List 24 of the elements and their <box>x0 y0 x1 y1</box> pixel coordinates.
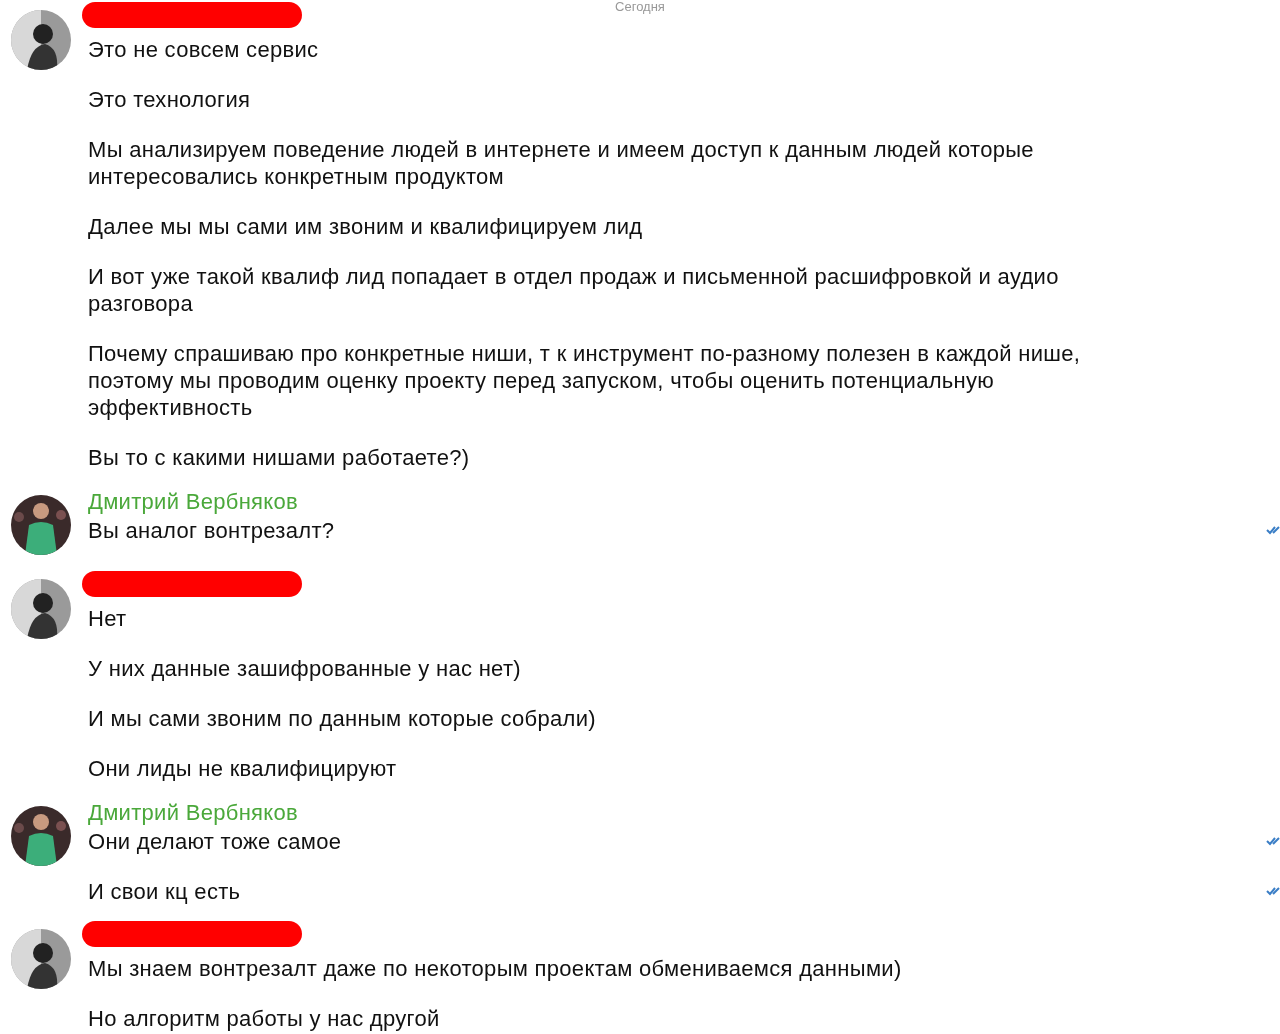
message-text: Далее мы мы сами им звоним и квалифицируем лид <box>88 213 643 240</box>
message-text: Мы анализируем поведение людей в интернете и имеем доступ к данным людей которые интересовались конкретным продуктом <box>88 136 1035 190</box>
avatar <box>11 929 71 989</box>
message-text: И мы сами звоним по данным которые собрали) <box>88 705 596 732</box>
message-text: И свои кц есть <box>88 878 241 905</box>
avatar <box>11 10 71 70</box>
avatar <box>11 806 71 866</box>
message-text: Нет <box>88 605 127 632</box>
message-text: Это технология <box>88 86 251 113</box>
message-text: Они лиды не квалифицируют <box>88 755 397 782</box>
sender-name: Дмитрий Вербняков <box>88 488 299 516</box>
message-text: У них данные зашифрованные у нас нет) <box>88 655 521 682</box>
message-text: Они делают тоже самое <box>88 828 342 855</box>
message-text: Но алгоритм работы у нас другой <box>88 1005 440 1032</box>
message-text: Это не совсем сервис <box>88 36 319 63</box>
message-text: Вы аналог вонтрезалт? <box>88 517 335 544</box>
avatar <box>11 495 71 555</box>
message-text: И вот уже такой квалиф лид попадает в отдел продаж и письменной расшифровкой и аудио разговора <box>88 263 1060 317</box>
message-text: Мы знаем вонтрезалт даже по некоторым проектам обмениваемся данными) <box>88 955 902 982</box>
sender-name: Дмитрий Вербняков <box>88 799 299 827</box>
message-text: Вы то с какими нишами работаете?) <box>88 444 470 471</box>
message-text: Почему спрашиваю про конкретные ниши, т к инструмент по-разному полезен в каждой нише, поэтому мы проводим оценку проекту перед запуском, чтобы оценить потенциальную эффективность <box>88 340 1082 421</box>
avatar <box>11 579 71 639</box>
date-divider: Сегодня <box>615 0 665 14</box>
